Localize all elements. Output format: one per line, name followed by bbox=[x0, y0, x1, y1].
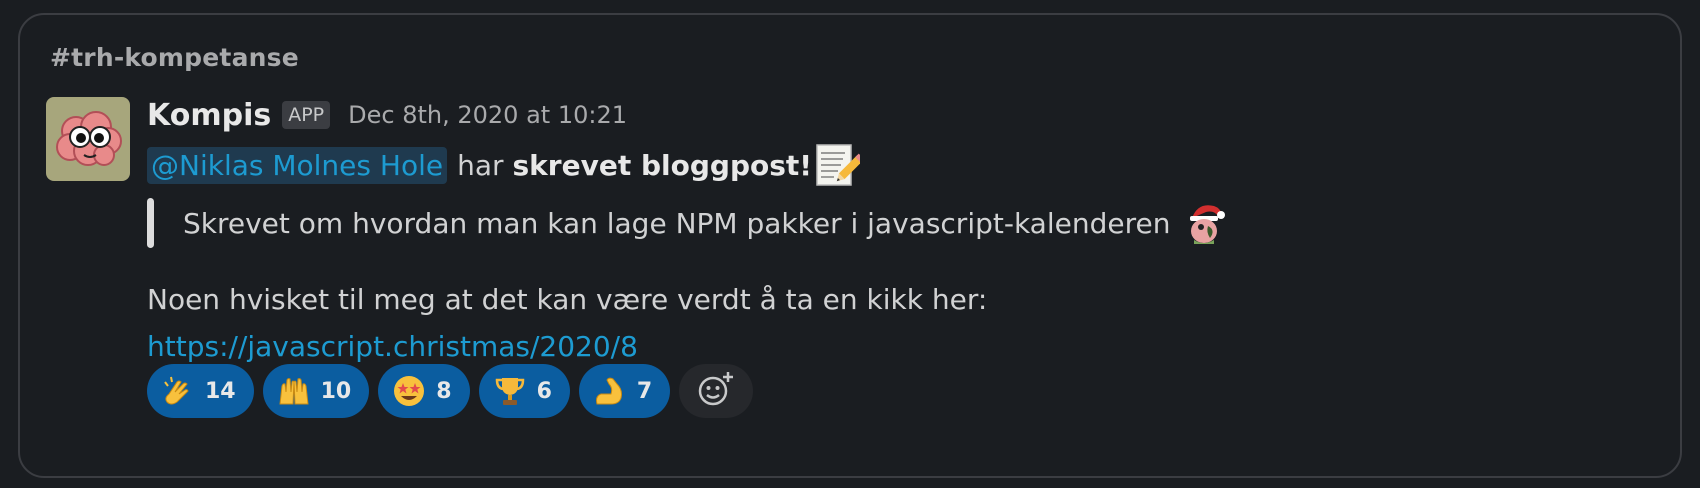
reaction-flexed-biceps[interactable]: 7 bbox=[578, 364, 671, 418]
star-struck-icon bbox=[392, 374, 426, 408]
santa-parrot-icon bbox=[1184, 200, 1226, 246]
reaction-count: 7 bbox=[636, 378, 653, 404]
message-line-1: @Niklas Molnes Hole har skrevet bloggpos… bbox=[147, 142, 865, 188]
reactions-bar: 14 10 8 6 7 bbox=[147, 364, 754, 418]
quote-block: Skrevet om hvordan man kan lage NPM pakk… bbox=[147, 197, 1226, 249]
user-mention[interactable]: @Niklas Molnes Hole bbox=[147, 146, 448, 184]
message-link[interactable]: https://javascript.christmas/2020/8 bbox=[147, 330, 638, 363]
message-timestamp[interactable]: Dec 8th, 2020 at 10:21 bbox=[348, 101, 627, 129]
memo-icon bbox=[814, 142, 865, 188]
reaction-count: 8 bbox=[436, 378, 452, 404]
reaction-star-struck[interactable]: 8 bbox=[378, 364, 470, 418]
reaction-count: 6 bbox=[536, 378, 552, 404]
quote-text: Skrevet om hvordan man kan lage NPM pakk… bbox=[183, 206, 1171, 240]
message-card: #trh-kompetanse Kompis APP Dec 8th, 2020… bbox=[18, 13, 1682, 478]
reaction-count: 10 bbox=[320, 378, 352, 404]
reaction-count: 14 bbox=[205, 378, 236, 404]
avatar[interactable] bbox=[46, 97, 130, 181]
message-verb: har bbox=[457, 148, 504, 182]
reaction-clap[interactable]: 14 bbox=[147, 364, 254, 418]
brain-icon bbox=[56, 111, 122, 166]
app-badge: APP bbox=[282, 101, 331, 129]
sender-name[interactable]: Kompis bbox=[147, 98, 271, 133]
reaction-raised-hands[interactable]: 10 bbox=[262, 364, 370, 418]
flexed-biceps-icon bbox=[593, 374, 627, 408]
add-reaction-button[interactable] bbox=[679, 364, 754, 418]
channel-name[interactable]: #trh-kompetanse bbox=[50, 43, 299, 72]
quote-bar bbox=[147, 198, 154, 248]
reaction-trophy[interactable]: 6 bbox=[478, 364, 570, 418]
clap-icon bbox=[161, 374, 195, 408]
message-header: Kompis APP Dec 8th, 2020 at 10:21 bbox=[147, 95, 627, 135]
trophy-icon bbox=[493, 374, 527, 408]
message-body: Noen hvisket til meg at det kan være ver… bbox=[147, 283, 988, 316]
message-action: skrevet bloggpost! bbox=[512, 148, 813, 182]
raised-hands-icon bbox=[277, 374, 311, 408]
add-reaction-icon bbox=[696, 369, 736, 413]
